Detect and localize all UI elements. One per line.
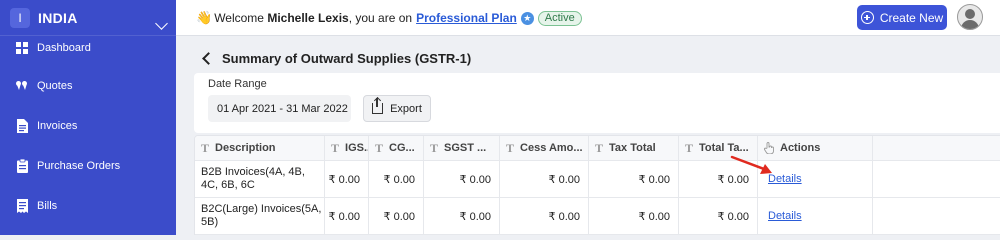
cgst-cell: ₹ 0.00 xyxy=(369,161,424,197)
cess-cell: ₹ 0.00 xyxy=(500,198,589,234)
column-label: Cess Amo... xyxy=(520,142,583,154)
clipboard-icon xyxy=(16,159,28,173)
sidebar-item-dashboard[interactable]: Dashboard xyxy=(0,30,176,66)
sidebar-item-quotes[interactable]: Quotes xyxy=(0,66,176,106)
total-taxable-cell: ₹ 0.00 xyxy=(679,198,758,234)
column-label: Total Ta... xyxy=(699,142,749,154)
create-new-button[interactable]: Create New xyxy=(857,5,947,30)
text-type-icon: T xyxy=(430,140,439,155)
summary-table: TDescription TIGS... TCG... TSGST ... TC… xyxy=(194,135,1000,235)
column-label: Actions xyxy=(780,142,821,154)
text-type-icon: T xyxy=(201,140,210,155)
column-header[interactable]: T Cess Amo... xyxy=(500,136,589,160)
sgst-cell: ₹ 0.00 xyxy=(424,161,500,197)
user-name: Michelle Lexis xyxy=(267,11,349,25)
tax-total-cell: ₹ 0.00 xyxy=(589,198,679,234)
sidebar: I INDIA Dashboard Quotes Invoices Purcha… xyxy=(0,0,176,235)
welcome-message: 👋 Welcome Michelle Lexis, you are on Pro… xyxy=(196,10,582,26)
details-link[interactable]: Details xyxy=(758,210,802,222)
annotation-arrow-icon xyxy=(730,155,772,174)
text-type-icon: T xyxy=(506,140,515,155)
sidebar-item-bills[interactable]: Bills xyxy=(0,186,176,226)
filter-card: Date Range 01 Apr 2021 - 31 Mar 2022 Exp… xyxy=(194,73,1000,133)
sgst-cell: ₹ 0.00 xyxy=(424,198,500,234)
cess-cell: ₹ 0.00 xyxy=(500,161,589,197)
date-range-label: Date Range xyxy=(208,78,267,90)
sidebar-nav: Dashboard Quotes Invoices Purchase Order… xyxy=(0,42,176,226)
column-header[interactable]: T SGST ... xyxy=(424,136,500,160)
column-header[interactable]: T Description xyxy=(195,136,325,160)
welcome-prefix: Welcome xyxy=(214,11,264,25)
org-initial: I xyxy=(10,7,30,28)
welcome-suffix: , you are on xyxy=(348,11,413,25)
status-badge: Active xyxy=(537,10,582,26)
user-head-icon xyxy=(965,9,975,19)
column-label: SGST ... xyxy=(444,142,487,154)
column-label: Description xyxy=(215,142,276,154)
column-label: IGS... xyxy=(345,142,368,154)
page-title: Summary of Outward Supplies (GSTR-1) xyxy=(222,51,472,66)
avatar[interactable] xyxy=(957,4,983,30)
column-label: CG... xyxy=(389,142,415,154)
igst-cell: ₹ 0.00 xyxy=(325,198,369,234)
cgst-cell: ₹ 0.00 xyxy=(369,198,424,234)
dashboard-icon xyxy=(16,41,28,55)
text-type-icon: T xyxy=(685,140,694,155)
igst-cell: ₹ 0.00 xyxy=(325,161,369,197)
export-button[interactable]: Export xyxy=(363,95,431,122)
column-header: Actions xyxy=(758,136,873,160)
column-header[interactable]: T CG... xyxy=(369,136,424,160)
date-range-picker[interactable]: 01 Apr 2021 - 31 Mar 2022 xyxy=(208,95,351,122)
actions-cell: Details xyxy=(758,161,873,197)
text-type-icon: T xyxy=(375,140,384,155)
description-cell: B2C(Large) Invoices(5A, 5B) xyxy=(195,198,325,234)
column-header[interactable]: T IGS... xyxy=(325,136,369,160)
table-row: B2C(Large) Invoices(5A, 5B) ₹ 0.00 ₹ 0.0… xyxy=(195,198,1000,235)
sidebar-item-purchase-orders[interactable]: Purchase Orders xyxy=(0,146,176,186)
document-icon xyxy=(16,119,28,133)
plus-circle-icon xyxy=(860,11,874,24)
star-badge-icon: ★ xyxy=(520,11,534,25)
back-arrow-icon[interactable] xyxy=(202,52,215,65)
sidebar-item-label: Purchase Orders xyxy=(37,160,121,172)
table-header: TDescription TIGS... TCG... TSGST ... TC… xyxy=(195,136,1000,161)
create-new-label: Create New xyxy=(879,10,944,25)
app-root: I INDIA Dashboard Quotes Invoices Purcha… xyxy=(0,0,1000,235)
export-label: Export xyxy=(390,102,422,115)
text-type-icon: T xyxy=(331,140,340,155)
waving-hand-icon: 👋 xyxy=(196,10,213,25)
column-header[interactable]: T Tax Total xyxy=(589,136,679,160)
user-body-icon xyxy=(961,20,979,29)
sidebar-item-label: Invoices xyxy=(37,120,78,132)
column-label: Tax Total xyxy=(609,142,656,154)
topbar: 👋 Welcome Michelle Lexis, you are on Pro… xyxy=(176,0,1000,36)
tax-total-cell: ₹ 0.00 xyxy=(589,161,679,197)
plan-link[interactable]: Professional Plan xyxy=(416,11,517,25)
sidebar-item-label: Dashboard xyxy=(37,42,91,54)
pointer-hand-icon xyxy=(764,142,774,154)
sidebar-item-invoices[interactable]: Invoices xyxy=(0,106,176,146)
receipt-icon xyxy=(16,199,28,213)
sidebar-item-label: Quotes xyxy=(37,80,73,92)
sidebar-item-label: Bills xyxy=(37,200,58,212)
org-name: INDIA xyxy=(38,9,78,26)
export-icon xyxy=(372,98,384,114)
page-header: Summary of Outward Supplies (GSTR-1) xyxy=(176,37,1000,77)
quote-icon xyxy=(16,79,28,93)
text-type-icon: T xyxy=(595,140,604,155)
description-cell: B2B Invoices(4A, 4B, 4C, 6B, 6C xyxy=(195,161,325,197)
table-row: B2B Invoices(4A, 4B, 4C, 6B, 6C ₹ 0.00 ₹… xyxy=(195,161,1000,198)
actions-cell: Details xyxy=(758,198,873,234)
